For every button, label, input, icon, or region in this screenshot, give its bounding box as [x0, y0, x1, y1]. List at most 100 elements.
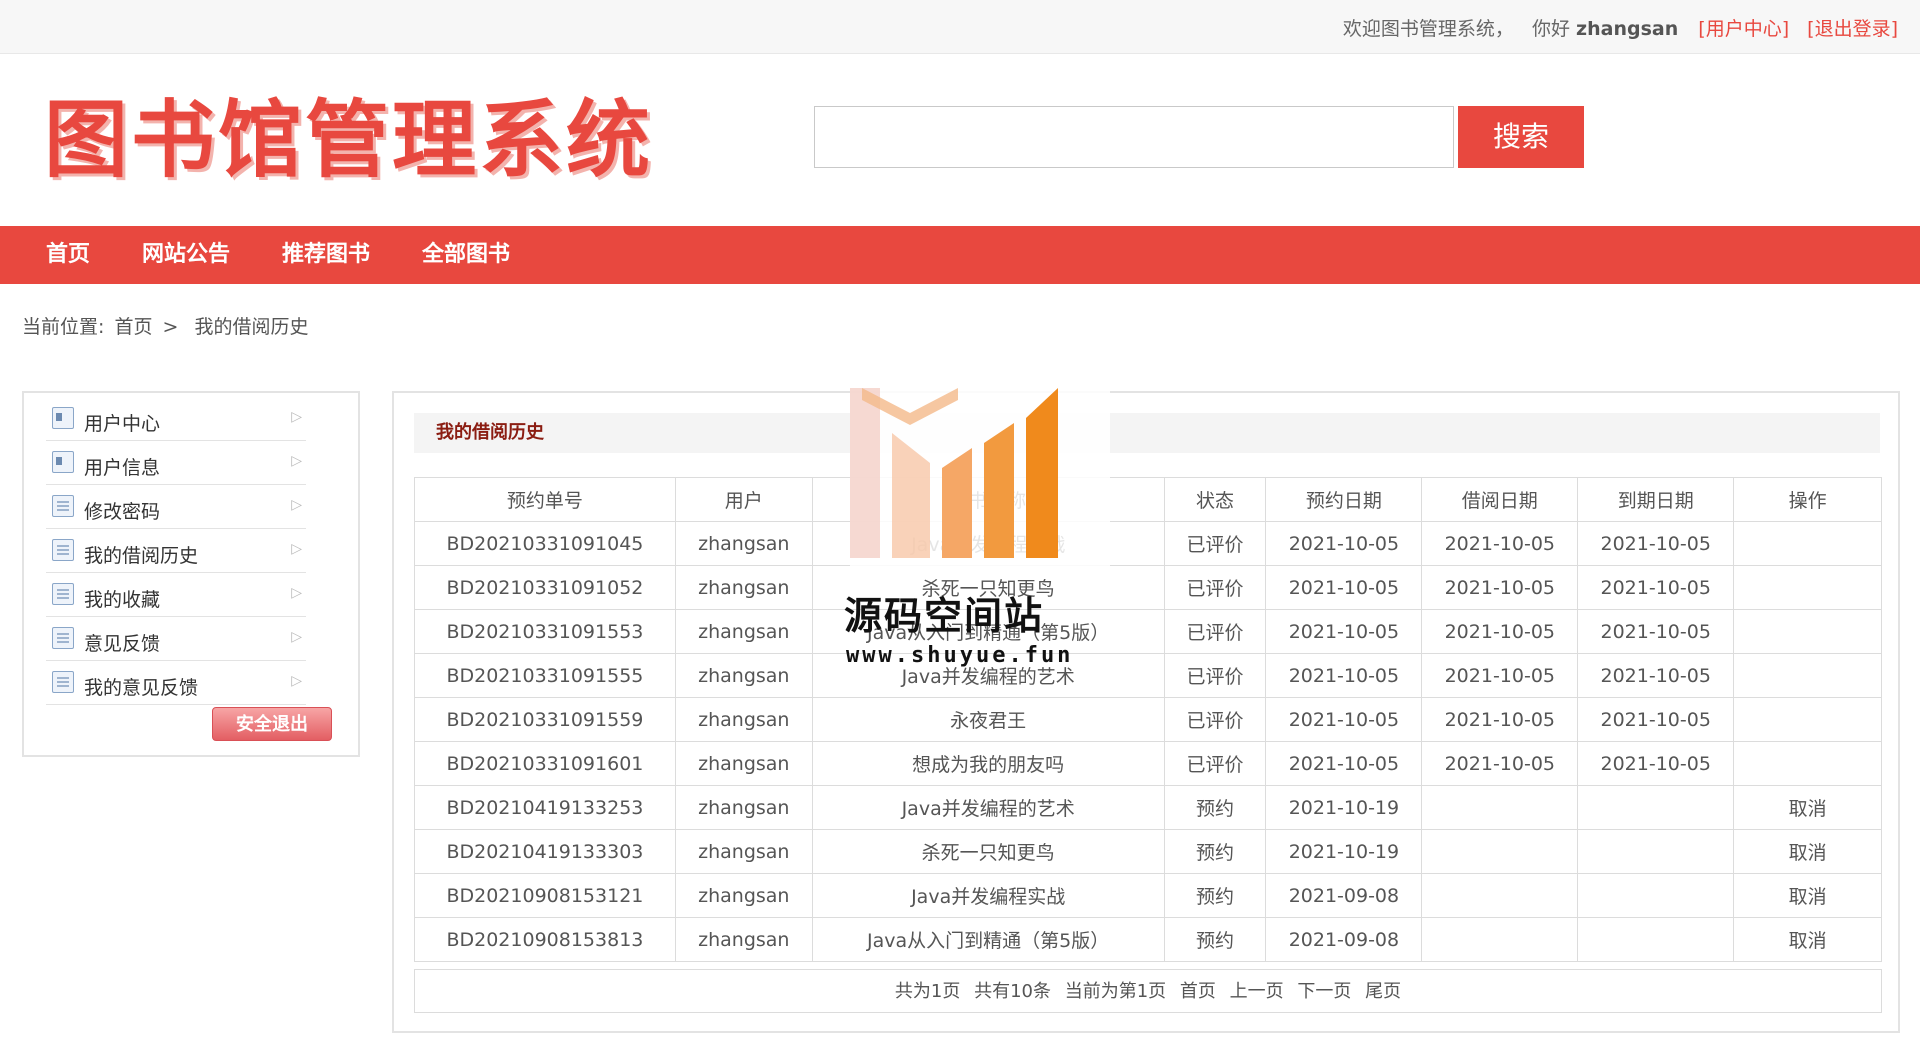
- table-cell: 2021-10-05: [1265, 609, 1423, 654]
- cancel-action-cell[interactable]: 取消: [1733, 873, 1882, 918]
- pager-last-link[interactable]: 尾页: [1365, 981, 1401, 1002]
- table-cell: 2021-10-05: [1265, 565, 1423, 610]
- cancel-action-cell[interactable]: 取消: [1733, 917, 1882, 962]
- table-cell: 已评价: [1163, 521, 1267, 566]
- safe-logout-button[interactable]: 安全退出: [212, 707, 332, 741]
- document-icon: [52, 495, 74, 517]
- table-cell: 预约: [1163, 917, 1267, 962]
- table-row: BD20210331091045 zhangsan Java并发编程实战 已评价 202…: [414, 521, 1882, 566]
- search-button[interactable]: 搜索: [1458, 106, 1584, 168]
- sidebar-item-label: 我的借阅历史: [84, 545, 199, 567]
- top-bar: 欢迎图书管理系统， 你好 zhangsan [用户中心] [退出登录]: [0, 0, 1920, 54]
- cancel-action-cell: [1733, 697, 1882, 742]
- table-row: BD20210908153121 zhangsan Java并发编程实战 预约 2021…: [414, 873, 1882, 918]
- sidebar-item-label: 用户信息: [84, 457, 161, 479]
- cancel-action-cell: [1733, 741, 1882, 786]
- header: 图书馆管理系统 搜索: [0, 54, 1920, 226]
- table-cell: 想成为我的朋友吗: [811, 741, 1165, 786]
- table-cell: 2021-10-05: [1577, 521, 1735, 566]
- chevron-right-icon: ▷: [291, 497, 302, 513]
- table-cell: BD20210908153813: [414, 917, 676, 962]
- table-cell: 已评价: [1163, 697, 1267, 742]
- chevron-right-icon: ▷: [291, 673, 302, 689]
- site-logo[interactable]: 图书馆管理系统: [44, 92, 653, 188]
- sidebar-item-favorites[interactable]: 我的收藏 ▷: [46, 573, 306, 617]
- table-cell: 2021-10-05: [1265, 521, 1423, 566]
- table-cell: BD20210331091601: [414, 741, 676, 786]
- table-cell: 2021-10-05: [1577, 741, 1735, 786]
- table-cell: 已评价: [1163, 609, 1267, 654]
- table-cell: 2021-10-05: [1265, 653, 1423, 698]
- breadcrumb: 当前位置: 首页 > 我的借阅历史: [22, 312, 313, 339]
- sidebar-item-user-info[interactable]: 用户信息 ▷: [46, 441, 306, 485]
- nav-item-recommended-books[interactable]: 推荐图书: [282, 226, 370, 284]
- column-header: 状态: [1163, 477, 1267, 522]
- user-center-link[interactable]: [用户中心]: [1698, 18, 1789, 40]
- pager-prev-link[interactable]: 上一页: [1230, 981, 1284, 1002]
- breadcrumb-home[interactable]: 首页: [114, 316, 152, 338]
- panel-title: 我的借阅历史: [414, 413, 1880, 453]
- table-cell: 已评价: [1163, 565, 1267, 610]
- cancel-action-cell[interactable]: 取消: [1733, 785, 1882, 830]
- table-cell: BD20210331091553: [414, 609, 676, 654]
- sidebar-item-change-password[interactable]: 修改密码 ▷: [46, 485, 306, 529]
- table-cell: 2021-10-05: [1421, 741, 1579, 786]
- column-header: 借阅日期: [1421, 477, 1579, 522]
- logout-link[interactable]: [退出登录]: [1807, 18, 1898, 40]
- logo-text: 图书馆管理系统: [44, 91, 654, 189]
- table-cell: Java并发编程实战: [811, 521, 1165, 566]
- table-cell: 2021-10-05: [1265, 741, 1423, 786]
- nav-item-home[interactable]: 首页: [46, 226, 90, 284]
- table-header-row: 预约单号 用户 图书名称 状态 预约日期 借阅日期 到期日期 操作: [414, 477, 1882, 522]
- watermark-url: www.shuyue.fun: [846, 643, 1074, 668]
- sidebar-item-my-feedback[interactable]: 我的意见反馈 ▷: [46, 661, 306, 705]
- nav-item-announcements[interactable]: 网站公告: [142, 226, 230, 284]
- search-input[interactable]: [814, 106, 1454, 168]
- document-icon: [52, 671, 74, 693]
- table-cell: BD20210331091555: [414, 653, 676, 698]
- breadcrumb-separator: >: [162, 316, 179, 338]
- table-cell: zhangsan: [674, 521, 813, 566]
- pager-next-link[interactable]: 下一页: [1297, 981, 1351, 1002]
- table-cell: 2021-10-05: [1421, 697, 1579, 742]
- document-icon: [52, 539, 74, 561]
- table-cell: BD20210419133253: [414, 785, 676, 830]
- cancel-action-cell[interactable]: 取消: [1733, 829, 1882, 874]
- table-cell: [1421, 873, 1579, 918]
- sidebar-item-label: 我的收藏: [84, 589, 161, 611]
- table-row: BD20210331091555 zhangsan Java并发编程的艺术 已评价 20…: [414, 653, 1882, 698]
- table-cell: 已评价: [1163, 653, 1267, 698]
- sidebar-item-borrow-history[interactable]: 我的借阅历史 ▷: [46, 529, 306, 573]
- user-sidebar: 用户中心 ▷ 用户信息 ▷ 修改密码 ▷ 我的借阅历史 ▷ 我的收藏 ▷ 意见反…: [22, 391, 360, 757]
- table-cell: 2021-10-05: [1265, 697, 1423, 742]
- table-cell: zhangsan: [674, 741, 813, 786]
- table-cell: Java从入门到精通（第5版）: [811, 917, 1165, 962]
- table-cell: zhangsan: [674, 829, 813, 874]
- sidebar-item-label: 用户中心: [84, 413, 161, 435]
- table-cell: BD20210331091559: [414, 697, 676, 742]
- sidebar-item-user-center[interactable]: 用户中心 ▷: [46, 397, 306, 441]
- table-cell: 2021-09-08: [1265, 873, 1423, 918]
- breadcrumb-prefix: 当前位置:: [22, 316, 105, 338]
- chevron-right-icon: ▷: [291, 629, 302, 645]
- welcome-text: 欢迎图书管理系统，: [1342, 18, 1514, 40]
- table-cell: Java并发编程的艺术: [811, 785, 1165, 830]
- pager-first-link[interactable]: 首页: [1180, 981, 1216, 1002]
- borrow-history-table: 预约单号 用户 图书名称 状态 预约日期 借阅日期 到期日期 操作 BD2021…: [414, 477, 1882, 962]
- table-cell: [1577, 829, 1735, 874]
- chevron-right-icon: ▷: [291, 585, 302, 601]
- table-cell: 已评价: [1163, 741, 1267, 786]
- table-cell: zhangsan: [674, 697, 813, 742]
- table-cell: 2021-10-05: [1421, 521, 1579, 566]
- table-cell: 2021-10-05: [1421, 653, 1579, 698]
- table-cell: [1577, 785, 1735, 830]
- main-nav: 首页 网站公告 推荐图书 全部图书: [0, 226, 1920, 284]
- table-cell: 2021-10-05: [1421, 609, 1579, 654]
- table-row: BD20210419133253 zhangsan Java并发编程的艺术 预约 202…: [414, 785, 1882, 830]
- watermark-title: 源码空间站: [844, 594, 1045, 638]
- sidebar-item-label: 我的意见反馈: [84, 677, 199, 699]
- table-cell: 2021-10-05: [1577, 697, 1735, 742]
- nav-item-all-books[interactable]: 全部图书: [422, 226, 510, 284]
- sidebar-item-feedback[interactable]: 意见反馈 ▷: [46, 617, 306, 661]
- username: zhangsan: [1576, 18, 1679, 40]
